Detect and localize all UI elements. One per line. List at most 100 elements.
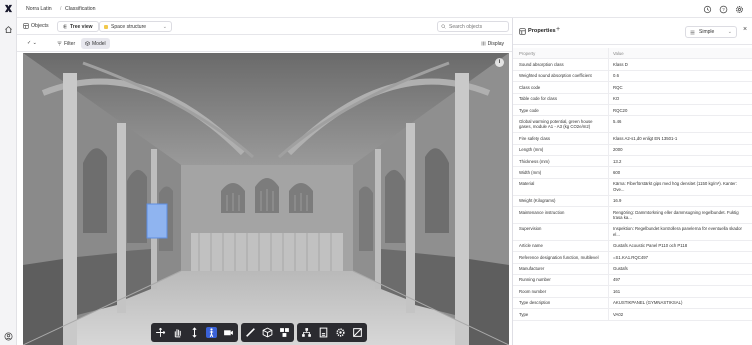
property-value: Rengöring: Dammtorkning eller dammsugnin… [613,209,739,220]
property-value: 497 [613,277,621,283]
property-row[interactable]: Length (mm) 2000 [513,144,752,157]
section-box-icon[interactable] [262,327,273,338]
view-mode-select[interactable]: Simple ⌄ [685,26,737,38]
3d-viewer[interactable]: i [23,53,509,345]
model-label: Model [92,40,106,47]
property-value: AKUSTIKPANEL (GYMNASTIKSAL) [613,300,683,306]
property-value: 600 [613,169,621,175]
walk-person-icon[interactable] [206,327,217,338]
properties-header: Properties + Simple ⌄ × [513,18,752,45]
properties-icon [519,28,526,35]
property-value: 16.9 [613,198,622,204]
top-right-icons: ? [703,5,744,14]
search-icon [441,24,446,29]
help-icon[interactable]: ? [719,5,728,14]
close-panel-button[interactable]: × [743,26,747,33]
measurement-tools [241,323,294,342]
property-row[interactable]: Reference designation function, multilev… [513,252,752,264]
property-row[interactable]: Weight (Kilograms) 16.9 [513,195,752,208]
property-row[interactable]: Width (mm) 600 [513,167,752,179]
property-row[interactable]: Class code RQC [513,82,752,94]
property-row[interactable]: Room number 161 [513,286,752,298]
model-button[interactable]: Model [81,38,110,49]
settings-gear-icon[interactable] [735,5,744,14]
chevron-down-icon: ⌄ [162,23,167,30]
objects-toggle[interactable]: Objects [23,23,49,29]
property-key: Global warming potential, green house ga… [513,116,609,133]
app-logo-icon[interactable] [4,4,13,13]
vertical-move-icon[interactable] [189,327,200,338]
property-value: 2000 [613,147,623,153]
properties-panel: Properties + Simple ⌄ × Property Value S… [512,18,752,345]
settings-gear-icon[interactable] [335,327,346,338]
breadcrumb-page[interactable]: Classification [65,6,96,12]
property-value: =S1.KA1.RQC497 [613,254,648,260]
property-value: VA02 [613,311,624,317]
space-structure-icon [104,24,108,29]
property-key: Type description [513,297,609,309]
fullscreen-icon[interactable] [352,327,363,338]
space-structure-select[interactable]: Space structure ⌄ [99,21,172,32]
breadcrumb-separator: / [60,6,62,12]
filter-button[interactable]: Filter [53,38,79,49]
property-row[interactable]: Weighted sound absorption coefficient 0.6 [513,70,752,83]
property-key: Weight (Kilograms) [513,195,609,207]
property-value: RQC [613,84,623,90]
camera-icon[interactable] [223,327,234,338]
property-key: Class code [513,82,609,93]
move-icon[interactable] [155,327,166,338]
tree-view-button[interactable]: Tree view [57,21,99,32]
property-value: 0.6 [613,73,619,79]
property-row[interactable]: Maintenance instruction Rengöring: Dammto… [513,207,752,224]
tree-structure-icon[interactable] [301,327,312,338]
property-row[interactable]: Type description AKUSTIKPANEL (GYMNASTIKS… [513,297,752,310]
explode-cubes-icon[interactable] [279,327,290,338]
property-value: Inspektion: Regelbundet kontrollera pane… [613,226,742,237]
property-row[interactable]: Article name Gustafs Acoustic Panel P110 … [513,240,752,253]
property-key: Manufacturer [513,263,609,274]
property-key: Length (mm) [513,144,609,156]
property-key: Running number [513,274,609,286]
property-value: 5.46 [613,118,622,124]
search-box[interactable] [437,21,509,32]
filter-label: Filter [64,40,76,47]
user-account-icon[interactable] [4,332,13,341]
property-row[interactable]: Type VA02 [513,309,752,321]
property-row[interactable]: Material Kärna: Fiberförstärkt gips med h… [513,178,752,196]
select-all-toggle[interactable]: ✓ ⌄ [27,40,37,46]
search-input[interactable] [449,23,504,30]
property-row[interactable]: Fire safety class Klass A2-s1,d0 enligt E… [513,133,752,145]
add-property-button[interactable]: + [556,26,560,33]
property-row[interactable]: Table code for class KO [513,93,752,106]
display-button[interactable]: Display [481,38,504,49]
property-row[interactable]: Running number 497 [513,274,752,287]
property-row[interactable]: Supervision Inspektion: Regelbundet kontr… [513,223,752,241]
property-row[interactable]: Manufacturer Gustafs [513,263,752,275]
property-row[interactable]: Global warming potential, green house ga… [513,116,752,134]
properties-title: Properties [528,28,556,34]
objects-bar: Objects Tree view Space structure ⌄ [17,18,512,35]
property-row[interactable]: Sound absorption class Klass D [513,59,752,71]
property-value: Kärna: Fiberförstärkt gips med hög densi… [613,181,737,192]
display-label: Display [487,40,504,47]
property-value: Klass A2-s1,d0 enligt EN 13501-1 [613,135,678,141]
property-row[interactable]: Thickness (mm) 13.2 [513,156,752,168]
home-icon[interactable] [4,25,13,34]
filter-icon [57,41,62,46]
hand-pan-icon[interactable] [172,327,183,338]
objects-label: Objects [31,23,49,29]
viewer-toolbar: ✓ ⌄ Filter Model Display [17,35,512,52]
properties-table: Property Value Sound absorption class Kla… [513,48,752,321]
property-value: 161 [613,288,621,294]
history-icon[interactable] [703,5,712,14]
property-key: Type [513,309,609,320]
property-value: Gustafs [613,266,628,272]
breadcrumb-project[interactable]: Norra Latin [26,6,52,12]
property-value: KO [613,96,620,102]
info-button[interactable]: i [495,58,504,67]
property-row[interactable]: Type code RQC20 [513,105,752,117]
display-icon [481,41,485,46]
properties-doc-icon[interactable] [318,327,329,338]
property-key: Supervision [513,223,609,240]
measure-ruler-icon[interactable] [245,327,256,338]
